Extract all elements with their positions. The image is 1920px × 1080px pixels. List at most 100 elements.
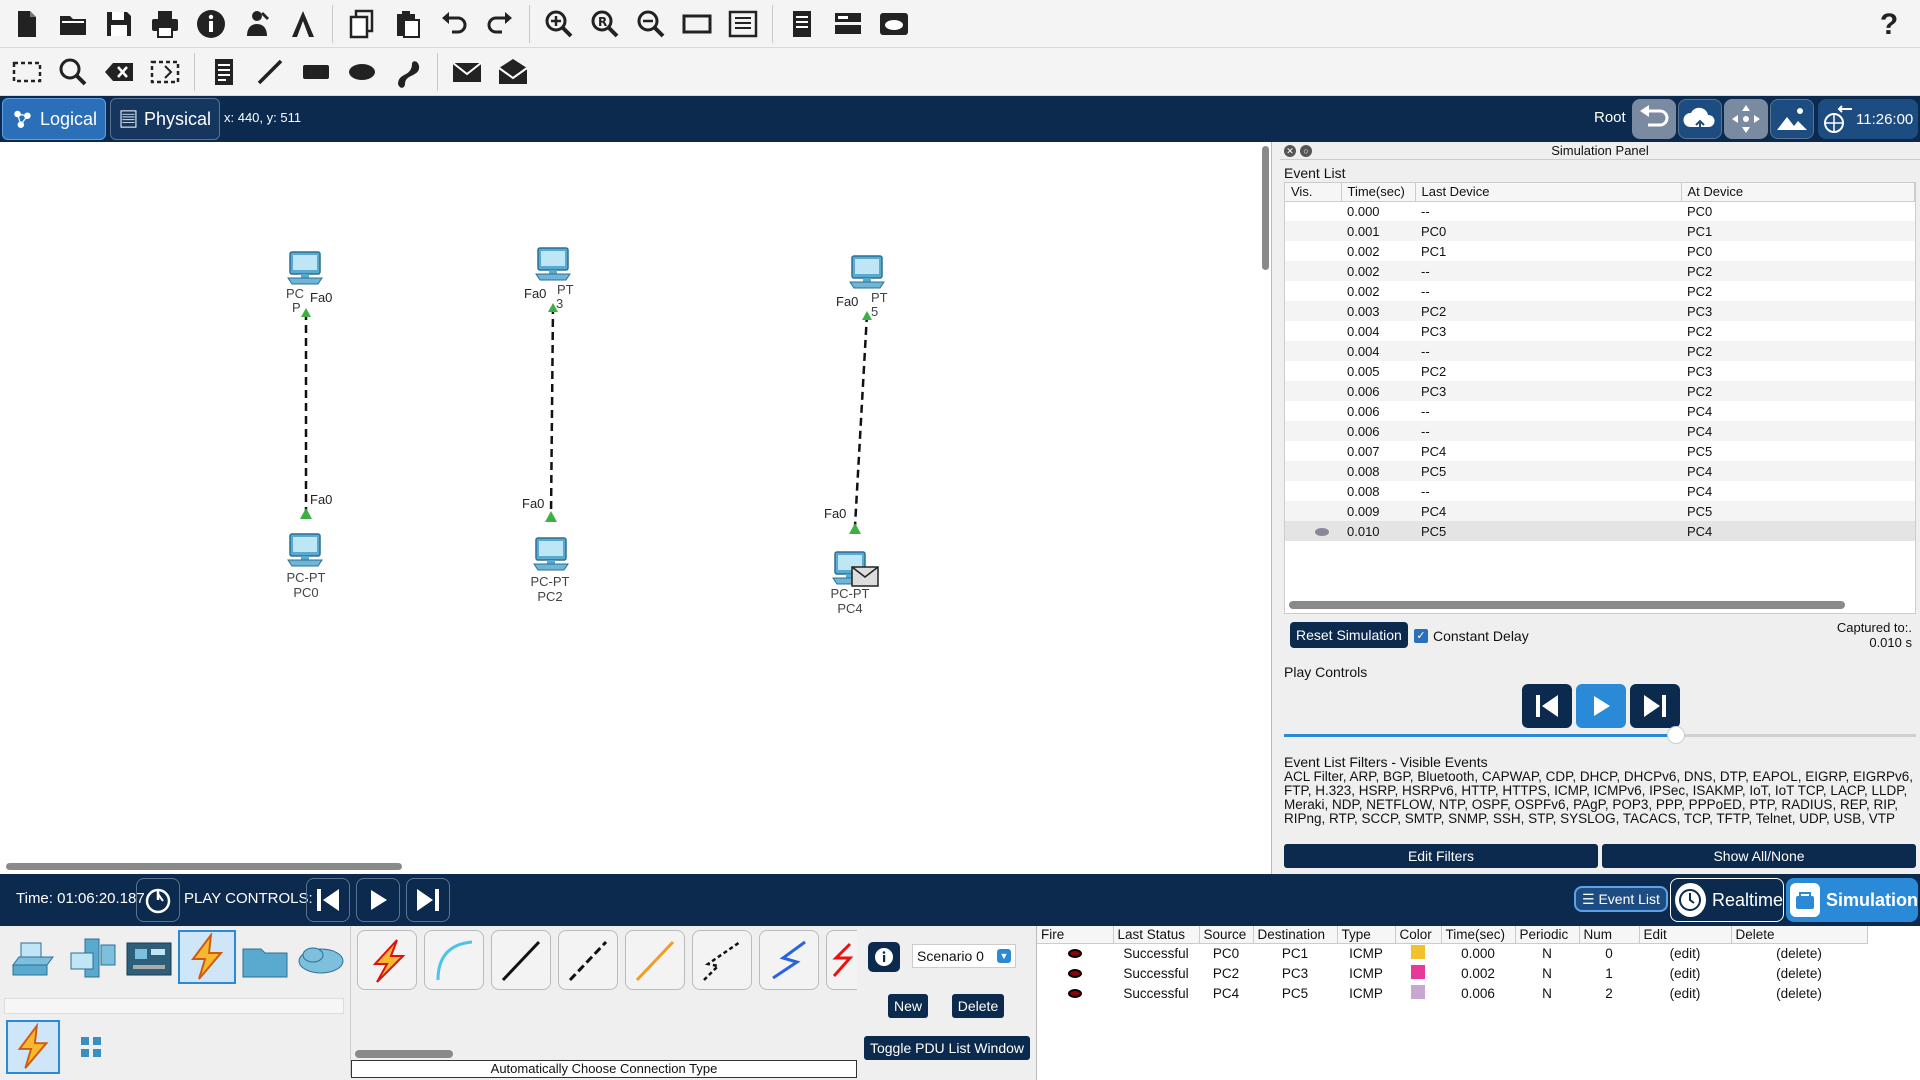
- redo-icon[interactable]: [477, 3, 523, 45]
- event-row[interactable]: 0.009 PC4 PC5: [1285, 501, 1915, 521]
- freeform-icon[interactable]: [385, 51, 431, 93]
- zoom-out-icon[interactable]: [628, 3, 674, 45]
- realtime-mode-button[interactable]: Realtime: [1670, 878, 1784, 922]
- zoom-reset-icon[interactable]: R: [582, 3, 628, 45]
- event-row[interactable]: 0.010 PC5 PC4: [1285, 521, 1915, 541]
- event-row[interactable]: 0.006 -- PC4: [1285, 401, 1915, 421]
- col-num[interactable]: Num: [1579, 926, 1640, 944]
- info-icon[interactable]: [188, 3, 234, 45]
- toggle-pdu-list-button[interactable]: Toggle PDU List Window: [864, 1036, 1030, 1060]
- background-image-icon[interactable]: [1770, 99, 1814, 139]
- ellipse-icon[interactable]: [339, 51, 385, 93]
- event-vis-cell[interactable]: [1285, 361, 1341, 381]
- pdu-fire-cell[interactable]: [1037, 963, 1113, 983]
- event-vis-cell[interactable]: [1285, 381, 1341, 401]
- inspect-icon[interactable]: [50, 51, 96, 93]
- event-row[interactable]: 0.003 PC2 PC3: [1285, 301, 1915, 321]
- tab-logical[interactable]: Logical: [2, 98, 106, 140]
- event-row[interactable]: 0.002 -- PC2: [1285, 261, 1915, 281]
- fire-dot-icon[interactable]: [1068, 968, 1082, 978]
- clock-display[interactable]: 11:26:00: [1818, 99, 1918, 139]
- event-vis-cell[interactable]: [1285, 501, 1341, 521]
- add-complex-pdu-icon[interactable]: [490, 51, 536, 93]
- col-time[interactable]: Time(sec): [1341, 183, 1416, 202]
- drawing-palette-icon[interactable]: [674, 3, 720, 45]
- copy-icon[interactable]: [339, 3, 385, 45]
- event-vis-cell[interactable]: [1285, 401, 1341, 421]
- event-row[interactable]: 0.000 -- PC0: [1285, 201, 1915, 221]
- play-button[interactable]: [1576, 684, 1626, 728]
- pdu-row[interactable]: Successful PC4 PC5 ICMP 0.006 N 2 (edit) (delete…: [1037, 983, 1867, 1003]
- auto-connection-icon[interactable]: [357, 930, 417, 990]
- device-panel-icon[interactable]: [825, 3, 871, 45]
- event-vis-cell[interactable]: [1285, 301, 1341, 321]
- edit-filters-button[interactable]: Edit Filters: [1284, 844, 1598, 868]
- pdu-edit-cell[interactable]: (edit): [1639, 943, 1731, 963]
- copper-straight-icon[interactable]: [491, 930, 551, 990]
- event-row[interactable]: 0.006 -- PC4: [1285, 421, 1915, 441]
- line-icon[interactable]: [247, 51, 293, 93]
- col-destination[interactable]: Destination: [1253, 926, 1338, 944]
- pdu-edit-cell[interactable]: (edit): [1639, 963, 1731, 983]
- cloud-services-icon[interactable]: [871, 3, 917, 45]
- close-icon[interactable]: ✕: [1284, 145, 1296, 157]
- step-forward-button[interactable]: [1630, 684, 1680, 728]
- zoom-in-icon[interactable]: [536, 3, 582, 45]
- event-row[interactable]: 0.002 -- PC2: [1285, 281, 1915, 301]
- event-vis-cell[interactable]: [1285, 241, 1341, 261]
- simulation-mode-button[interactable]: Simulation: [1786, 878, 1918, 922]
- pdu-list-table[interactable]: Fire Last Status Source Destination Type…: [1036, 926, 1920, 1080]
- col-at-device[interactable]: At Device: [1681, 183, 1915, 202]
- event-row[interactable]: 0.008 PC5 PC4: [1285, 461, 1915, 481]
- bottom-step-forward-button[interactable]: [406, 878, 450, 922]
- event-list-scrollbar[interactable]: [1289, 601, 1845, 609]
- speed-slider-thumb[interactable]: [1666, 726, 1685, 744]
- scenario-info-button[interactable]: [868, 942, 900, 972]
- end-devices-icon[interactable]: [64, 932, 122, 986]
- select-icon[interactable]: [4, 51, 50, 93]
- event-vis-cell[interactable]: [1285, 441, 1341, 461]
- tab-physical[interactable]: Physical: [110, 98, 220, 140]
- constant-delay-checkbox[interactable]: ✓ Constant Delay: [1414, 628, 1529, 644]
- resize-icon[interactable]: [142, 51, 188, 93]
- delete-scenario-button[interactable]: Delete: [952, 994, 1004, 1018]
- event-vis-cell[interactable]: [1285, 281, 1341, 301]
- event-row[interactable]: 0.001 PC0 PC1: [1285, 221, 1915, 241]
- connections-subtype-icon[interactable]: [6, 1020, 60, 1074]
- add-simple-pdu-icon[interactable]: [444, 51, 490, 93]
- cloud-upload-icon[interactable]: [1678, 99, 1722, 139]
- new-icon[interactable]: [4, 3, 50, 45]
- event-vis-cell[interactable]: [1285, 461, 1341, 481]
- back-arrow-icon[interactable]: [1632, 99, 1676, 139]
- bottom-step-back-button[interactable]: [306, 878, 350, 922]
- delete-icon[interactable]: [96, 51, 142, 93]
- event-vis-cell[interactable]: [1285, 261, 1341, 281]
- pdu-list-icon[interactable]: [779, 3, 825, 45]
- fire-dot-icon[interactable]: [1068, 988, 1082, 998]
- logical-workspace[interactable]: PC P PT 3 PT 5 Fa0 Fa0 Fa0 Fa0 Fa0 Fa0 P…: [0, 142, 1272, 874]
- help-icon[interactable]: ?: [1866, 4, 1912, 46]
- col-delete[interactable]: Delete: [1731, 926, 1868, 944]
- event-row[interactable]: 0.005 PC2 PC3: [1285, 361, 1915, 381]
- custom-device-icon[interactable]: [280, 3, 326, 45]
- event-row[interactable]: 0.004 PC3 PC2: [1285, 321, 1915, 341]
- move-viewport-icon[interactable]: [1724, 99, 1768, 139]
- event-vis-cell[interactable]: [1285, 481, 1341, 501]
- custom-device-dialog-icon[interactable]: [720, 3, 766, 45]
- event-row[interactable]: 0.002 PC1 PC0: [1285, 241, 1915, 261]
- col-periodic[interactable]: Periodic: [1515, 926, 1580, 944]
- col-fire[interactable]: Fire: [1037, 926, 1114, 944]
- phone-cable-icon[interactable]: [692, 930, 752, 990]
- col-edit[interactable]: Edit: [1639, 926, 1732, 944]
- event-vis-cell[interactable]: [1285, 341, 1341, 361]
- miscellaneous-icon[interactable]: [236, 932, 294, 986]
- console-cable-icon[interactable]: [424, 930, 484, 990]
- event-list-table[interactable]: Vis. Time(sec) Last Device At Device 0.0…: [1284, 182, 1916, 614]
- activity-wizard-icon[interactable]: [234, 3, 280, 45]
- connections-icon[interactable]: [178, 930, 236, 984]
- power-cycle-button[interactable]: [136, 878, 180, 922]
- event-vis-cell[interactable]: [1285, 421, 1341, 441]
- show-all-none-button[interactable]: Show All/None: [1602, 844, 1916, 868]
- pdu-delete-cell[interactable]: (delete): [1731, 943, 1867, 963]
- pdu-delete-cell[interactable]: (delete): [1731, 963, 1867, 983]
